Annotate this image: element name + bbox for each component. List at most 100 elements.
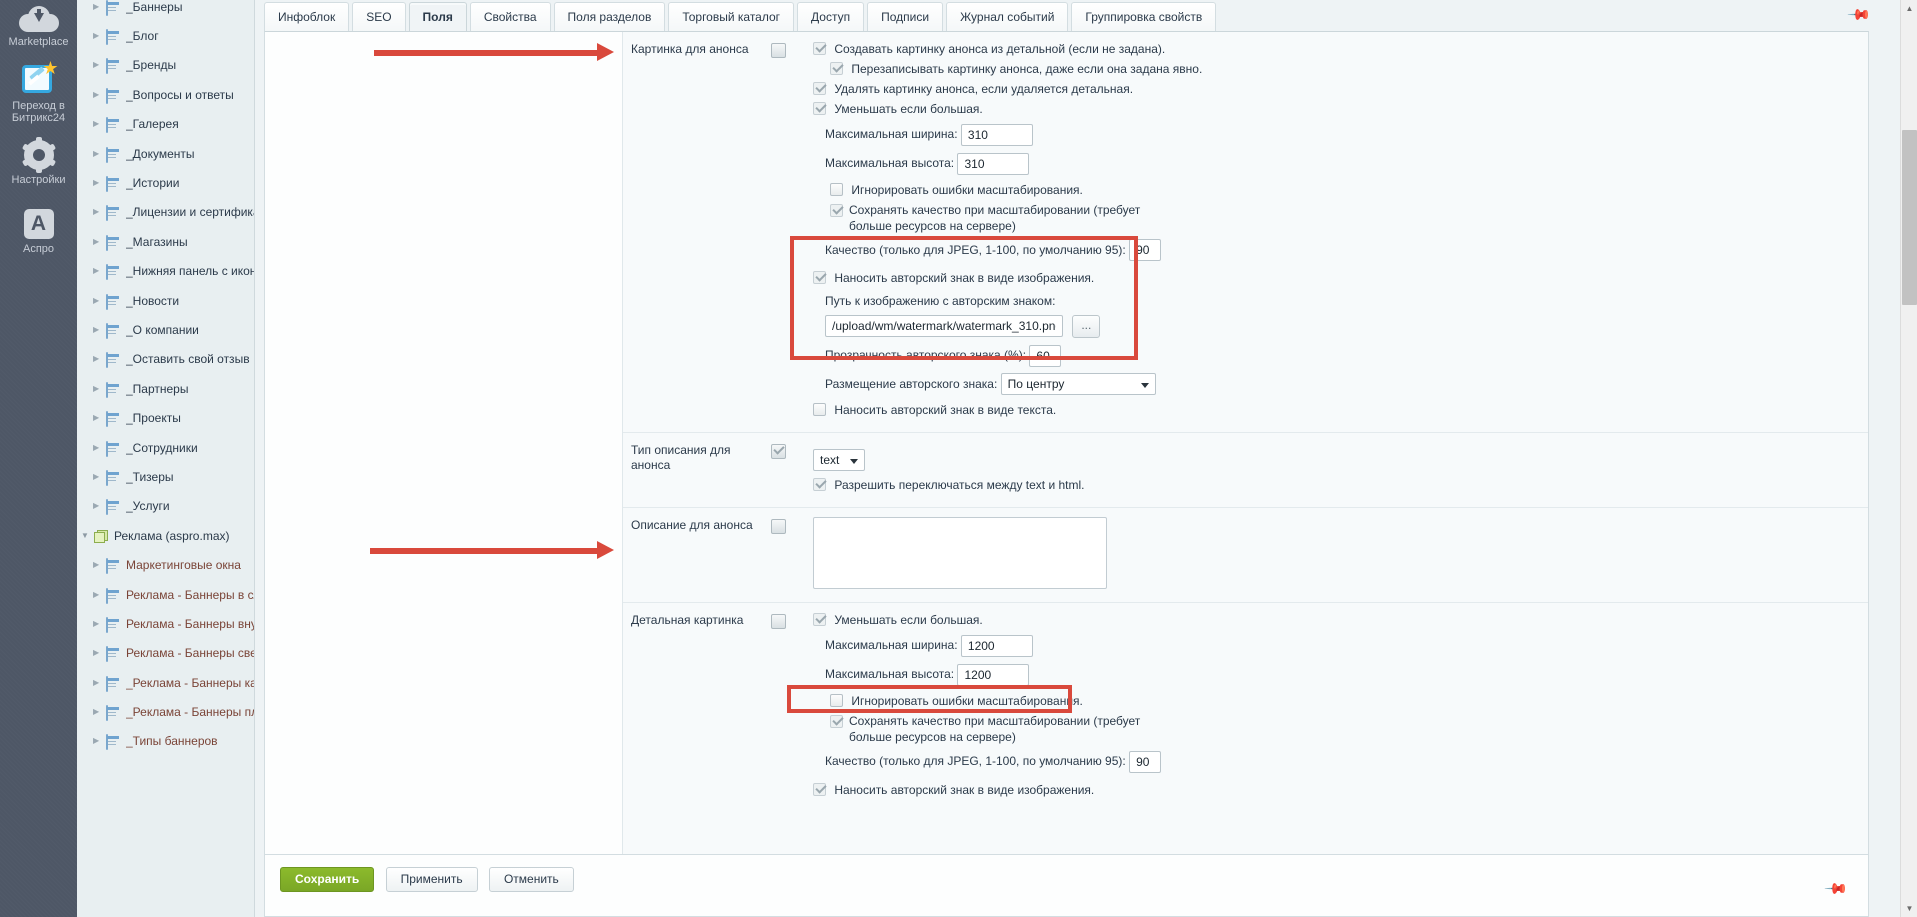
- tree-item[interactable]: ▶ _Типы баннеров: [77, 727, 254, 756]
- check-create-from-detail[interactable]: Создавать картинку анонса из детальной (…: [813, 41, 1868, 57]
- checkbox-detail-picture[interactable]: [771, 614, 786, 630]
- tree-item[interactable]: ▶ _Галерея: [77, 110, 254, 139]
- input-max-height[interactable]: [957, 152, 1030, 175]
- checkbox-watermark-image[interactable]: [813, 271, 826, 285]
- checkbox-detail-watermark-image[interactable]: [813, 782, 826, 796]
- scroll-up-arrow[interactable]: ▲: [1901, 0, 1917, 17]
- tree-item[interactable]: ▶ _Истории: [77, 168, 254, 197]
- tree-item[interactable]: ▶ _Вопросы и ответы: [77, 80, 254, 109]
- cancel-button[interactable]: Отменить: [488, 867, 574, 892]
- tree-item[interactable]: ▶ Реклама - Баннеры в сл: [77, 580, 254, 609]
- tree-item[interactable]: ▶ _Блог: [77, 21, 254, 50]
- rail-item-bitrix24[interactable]: ★ Переход в Битрикс24: [0, 59, 77, 124]
- checkbox-resize-if-big[interactable]: [813, 102, 826, 115]
- checkbox-preview-text[interactable]: [771, 519, 786, 535]
- checkbox-ignore-errors[interactable]: [830, 182, 843, 196]
- tree-item[interactable]: ▶ _Нижняя панель с иконками: [77, 257, 254, 286]
- browse-button[interactable]: ...: [1072, 314, 1101, 338]
- checkbox-watermark-text[interactable]: [813, 403, 826, 417]
- check-resize-if-big[interactable]: Уменьшать если большая.: [813, 101, 1868, 117]
- input-quality[interactable]: [1129, 239, 1162, 262]
- chevron-right-icon[interactable]: ▶: [93, 32, 106, 40]
- chevron-right-icon[interactable]: ▶: [93, 90, 106, 99]
- check-detail-preserve-quality[interactable]: Сохранять качество при масштабировании (…: [830, 713, 1160, 745]
- textarea-preview-text[interactable]: [813, 517, 1107, 590]
- chevron-right-icon[interactable]: ▶: [93, 619, 106, 628]
- select-preview-text-type[interactable]: text: [813, 449, 865, 472]
- chevron-right-icon[interactable]: ▶: [93, 237, 106, 246]
- apply-button[interactable]: Применить: [385, 867, 478, 892]
- check-watermark-text[interactable]: Наносить авторский знак в виде текста.: [813, 402, 1868, 418]
- rail-item-aspro[interactable]: A Аспро: [0, 209, 77, 255]
- check-watermark-image[interactable]: Наносить авторский знак в виде изображен…: [813, 270, 1868, 286]
- tree-item[interactable]: ▶ _Услуги: [77, 492, 254, 521]
- save-button[interactable]: Сохранить: [280, 867, 375, 892]
- checkbox-create-from-detail[interactable]: [813, 42, 826, 55]
- tree-item[interactable]: ▶ _Партнеры: [77, 374, 254, 403]
- input-wm-path[interactable]: [825, 315, 1063, 338]
- tree-item[interactable]: ▶ _Сотрудники: [77, 433, 254, 462]
- tab-0[interactable]: Инфоблок: [264, 2, 350, 32]
- tree-item[interactable]: ▼ Реклама (aspro.max): [77, 521, 254, 550]
- tree-item[interactable]: ▶ _Баннеры: [77, 0, 254, 21]
- chevron-right-icon[interactable]: ▶: [93, 120, 106, 128]
- chevron-right-icon[interactable]: ▶: [93, 61, 106, 69]
- chevron-right-icon[interactable]: ▶: [93, 208, 106, 216]
- checkbox-delete-with-detail[interactable]: [813, 82, 826, 95]
- check-preserve-quality[interactable]: Сохранять качество при масштабировании (…: [830, 202, 1160, 234]
- chevron-right-icon[interactable]: ▶: [93, 678, 106, 687]
- chevron-right-icon[interactable]: ▶: [93, 561, 106, 569]
- chevron-right-icon[interactable]: ▶: [93, 590, 106, 599]
- checkbox-preserve-quality[interactable]: [830, 203, 843, 217]
- chevron-right-icon[interactable]: ▶: [93, 414, 106, 422]
- tree-item[interactable]: ▶ Реклама - Баннеры све: [77, 639, 254, 668]
- tree-item[interactable]: ▶ _Бренды: [77, 51, 254, 80]
- chevron-right-icon[interactable]: ▶: [93, 472, 106, 481]
- rail-item-settings[interactable]: Настройки: [0, 137, 77, 186]
- check-delete-with-detail[interactable]: Удалять картинку анонса, если удаляется …: [813, 81, 1868, 97]
- checkbox-allow-switch[interactable]: [813, 478, 826, 492]
- check-overwrite[interactable]: Перезаписывать картинку анонса, даже есл…: [830, 61, 1868, 77]
- chevron-right-icon[interactable]: ▶: [93, 149, 106, 158]
- tree-item[interactable]: ▶ _О компании: [77, 315, 254, 344]
- iblock-tree-panel[interactable]: ▶ _Баннеры ▶ _Блог ▶ _Бренды ▶ _Вопросы и ответ…: [77, 0, 255, 917]
- chevron-right-icon[interactable]: ▶: [93, 443, 106, 452]
- input-detail-quality[interactable]: [1129, 750, 1162, 773]
- tree-item[interactable]: ▶ _Реклама - Баннеры пл: [77, 697, 254, 726]
- input-detail-max-width[interactable]: [960, 635, 1033, 658]
- tree-item[interactable]: ▶ _Лицензии и сертификаты: [77, 198, 254, 227]
- check-allow-switch[interactable]: Разрешить переключаться между text и htm…: [813, 477, 1868, 493]
- tab-9[interactable]: Группировка свойств: [1071, 2, 1217, 32]
- tree-item[interactable]: ▶ _Проекты: [77, 403, 254, 432]
- checkbox-detail-preserve-quality[interactable]: [830, 714, 843, 728]
- input-detail-max-height[interactable]: [957, 663, 1030, 686]
- chevron-right-icon[interactable]: ▶: [93, 649, 106, 657]
- checkbox-preview-text-type[interactable]: [771, 444, 786, 460]
- tab-5[interactable]: Торговый каталог: [668, 2, 795, 32]
- check-ignore-errors[interactable]: Игнорировать ошибки масштабирования.: [830, 182, 1868, 198]
- chevron-right-icon[interactable]: ▶: [93, 355, 106, 363]
- select-wm-position[interactable]: По центру: [1000, 373, 1156, 396]
- checkbox-detail-resize-if-big[interactable]: [813, 613, 826, 627]
- chevron-right-icon[interactable]: ▶: [93, 325, 106, 334]
- tree-item[interactable]: ▶ _Документы: [77, 139, 254, 168]
- tree-item[interactable]: ▶ Реклама - Баннеры вну: [77, 609, 254, 638]
- chevron-down-icon[interactable]: ▼: [81, 531, 94, 540]
- check-detail-watermark-image[interactable]: Наносить авторский знак в виде изображен…: [813, 782, 1868, 798]
- tree-item[interactable]: ▶ _Оставить свой отзыв: [77, 345, 254, 374]
- chevron-right-icon[interactable]: ▶: [93, 384, 106, 393]
- chevron-right-icon[interactable]: ▶: [93, 296, 106, 305]
- check-detail-ignore-errors[interactable]: Игнорировать ошибки масштабирования.: [830, 693, 1868, 709]
- rail-item-marketplace[interactable]: Marketplace: [0, 6, 77, 48]
- scrollbar-thumb[interactable]: [1902, 130, 1917, 305]
- input-max-width[interactable]: [960, 123, 1033, 146]
- tab-6[interactable]: Доступ: [797, 2, 865, 32]
- check-detail-resize-if-big[interactable]: Уменьшать если большая.: [813, 612, 1868, 628]
- tree-item[interactable]: ▶ _Реклама - Баннеры ка: [77, 668, 254, 697]
- input-wm-opacity[interactable]: [1029, 344, 1062, 367]
- tab-3[interactable]: Свойства: [469, 2, 551, 32]
- chevron-right-icon[interactable]: ▶: [93, 708, 106, 716]
- chevron-right-icon[interactable]: ▶: [93, 502, 106, 510]
- tree-item[interactable]: ▶ _Новости: [77, 286, 254, 315]
- tree-item[interactable]: ▶ _Магазины: [77, 227, 254, 256]
